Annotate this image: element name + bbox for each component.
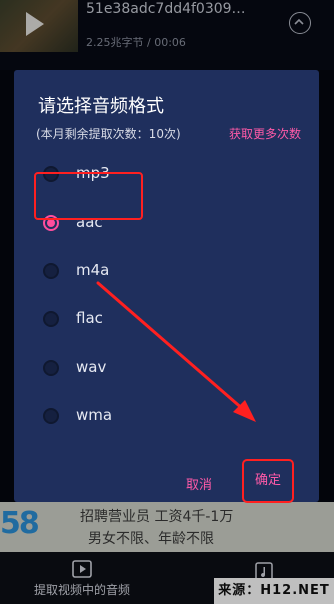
annotation-arrow	[96, 281, 256, 422]
